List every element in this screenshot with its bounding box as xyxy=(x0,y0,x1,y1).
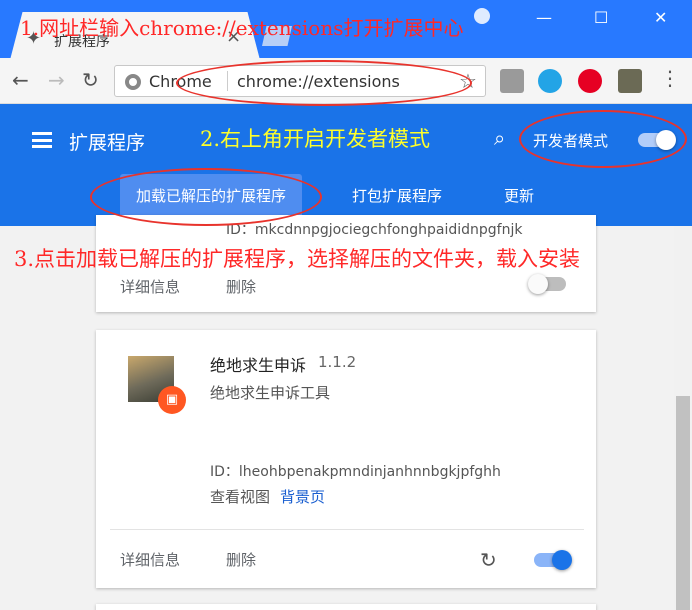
background-page-link[interactable]: 背景页 xyxy=(280,486,325,507)
extension-card: ▣ 绝地求生申诉 1.1.2 绝地求生申诉工具 ID：lheohbpenakpm… xyxy=(96,330,596,588)
chrome-logo-icon xyxy=(125,74,141,90)
highlight-devmode-ellipse xyxy=(519,110,687,168)
extension-pubg-icon[interactable] xyxy=(618,69,642,93)
profile-icon[interactable] xyxy=(474,8,490,24)
browser-menu-icon[interactable]: ⋮ xyxy=(660,66,680,90)
pack-extension-button[interactable]: 打包扩展程序 xyxy=(336,174,458,218)
details-button[interactable]: 详细信息 xyxy=(120,276,180,297)
extension-id: ID：mkcdnnpgjociegchfonghpaididnpgfnjk xyxy=(226,222,523,238)
page-scrollbar[interactable] xyxy=(674,226,692,610)
extension-name: 绝地求生申诉 xyxy=(210,356,307,375)
extension-cloud-icon[interactable] xyxy=(538,69,562,93)
search-icon[interactable]: ⌕ xyxy=(494,126,505,150)
pinterest-icon[interactable] xyxy=(578,69,602,93)
minimize-button[interactable]: — xyxy=(536,8,552,27)
forward-arrow-icon[interactable]: → xyxy=(48,68,65,92)
annotation-step3: 3.点击加载已解压的扩展程序，选择解压的文件夹，载入安装 xyxy=(14,247,581,271)
details-button[interactable]: 详细信息 xyxy=(120,549,180,570)
back-arrow-icon[interactable]: ← xyxy=(12,68,29,92)
reload-icon[interactable]: ↻ xyxy=(82,68,99,92)
page-title: 扩展程序 xyxy=(69,132,146,154)
extension-enable-toggle[interactable] xyxy=(528,274,566,294)
remove-button[interactable]: 删除 xyxy=(226,549,256,570)
extension-enable-toggle[interactable] xyxy=(534,550,572,570)
reload-extension-icon[interactable]: ↻ xyxy=(480,548,497,572)
unpacked-badge-icon: ▣ xyxy=(158,386,186,414)
extension-description: 绝地求生申诉工具 xyxy=(210,384,331,402)
maximize-button[interactable]: ☐ xyxy=(594,8,608,27)
highlight-load-ellipse xyxy=(90,168,322,226)
extension-rp-icon[interactable] xyxy=(500,69,524,93)
hamburger-menu-icon[interactable] xyxy=(32,132,52,148)
annotation-step1: 1.网址栏输入chrome://extensions打开扩展中心 xyxy=(20,16,464,40)
close-window-button[interactable]: ✕ xyxy=(654,8,667,27)
highlight-address-ellipse xyxy=(176,60,472,106)
inspect-views-label: 查看视图 xyxy=(210,488,271,506)
scrollbar-thumb[interactable] xyxy=(676,396,690,610)
annotation-step2: 2.右上角开启开发者模式 xyxy=(200,127,431,151)
remove-button[interactable]: 删除 xyxy=(226,276,256,297)
card-divider xyxy=(110,529,584,530)
extension-id: ID：lheohbpenakpmndinjanhnnbgkjpfghh xyxy=(210,464,501,480)
extension-card xyxy=(96,604,596,610)
extension-version: 1.1.2 xyxy=(318,353,357,371)
update-button[interactable]: 更新 xyxy=(488,174,550,218)
